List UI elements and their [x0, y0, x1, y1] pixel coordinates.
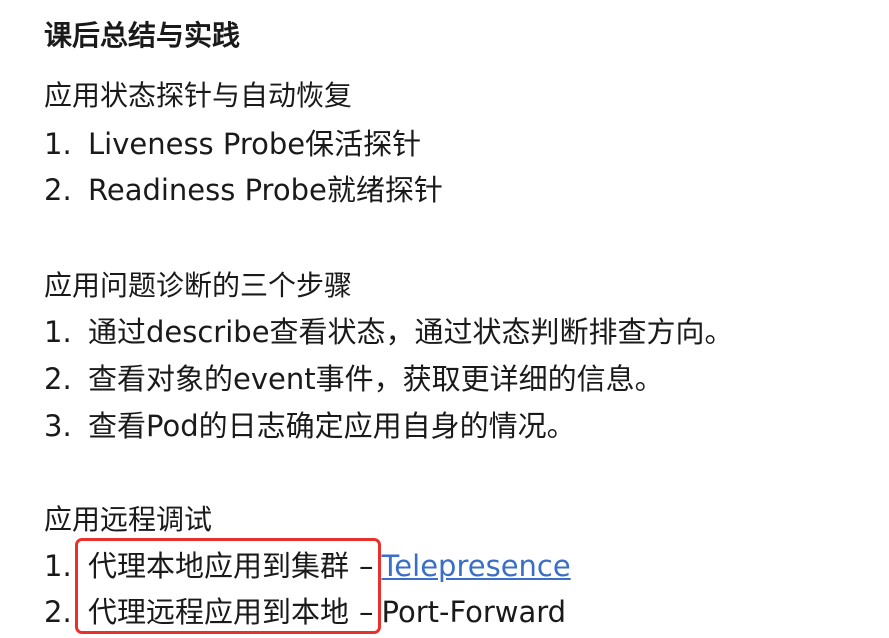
- telepresence-link[interactable]: Telepresence: [382, 546, 571, 586]
- list-item: 1. Liveness Probe保活探针: [44, 124, 421, 164]
- list-number: 1.: [44, 315, 72, 349]
- list-item-text: Readiness Probe就绪探针: [88, 173, 443, 207]
- page-title: 课后总结与实践: [44, 19, 241, 52]
- list-item-text: 查看对象的event事件，获取更详细的信息。: [88, 362, 664, 396]
- section-heading-probes: 应用状态探针与自动恢复: [44, 79, 353, 112]
- section-heading-remote-debug: 应用远程调试: [44, 503, 213, 536]
- list-item-suffix: Port-Forward: [381, 595, 567, 629]
- list-item: 2. Readiness Probe就绪探针: [44, 170, 443, 210]
- list-item-text: 通过describe查看状态，通过状态判断排查方向。: [88, 315, 734, 349]
- list-number: 2.: [44, 173, 72, 207]
- list-item: 3. 查看Pod的日志确定应用自身的情况。: [44, 406, 576, 446]
- list-number: 3.: [44, 409, 72, 443]
- section-heading-diagnosis: 应用问题诊断的三个步骤: [44, 269, 353, 302]
- list-number: 2.: [44, 362, 72, 396]
- list-item: 1. 通过describe查看状态，通过状态判断排查方向。: [44, 312, 734, 352]
- list-item-text: Liveness Probe保活探针: [88, 127, 422, 161]
- list-item: 2. 查看对象的event事件，获取更详细的信息。: [44, 359, 664, 399]
- highlight-box: [75, 538, 381, 634]
- list-item-text: 查看Pod的日志确定应用自身的情况。: [88, 409, 576, 443]
- list-number: 1.: [44, 127, 72, 161]
